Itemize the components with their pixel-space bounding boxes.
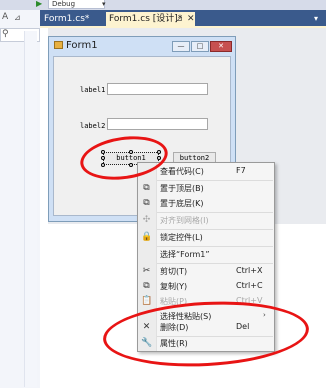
- textbox2-control[interactable]: [107, 118, 208, 130]
- menu-item-select-form1[interactable]: 选择“Form1”: [138, 247, 274, 262]
- menu-item-label: 查看代码(C): [160, 167, 204, 176]
- tab-form1-code[interactable]: Form1.cs*: [42, 12, 106, 26]
- textbox1-control[interactable]: [107, 83, 208, 95]
- menu-item-shortcut: F7: [236, 166, 246, 175]
- close-tab-icon[interactable]: ✕: [187, 12, 195, 26]
- menu-item-bring-to-front[interactable]: ⧉ 置于顶层(B): [138, 181, 274, 196]
- menu-item-label: 置于底层(K): [160, 199, 204, 208]
- vertical-scrollbar[interactable]: [24, 31, 37, 387]
- label2-control[interactable]: label2: [80, 122, 105, 130]
- close-button[interactable]: ✕: [210, 41, 232, 52]
- menu-item-send-to-back[interactable]: ⧉ 置于底层(K): [138, 196, 274, 211]
- search-icon: ⚲: [2, 29, 9, 39]
- form-title: Form1: [66, 40, 98, 51]
- chevron-down-icon[interactable]: ▾: [102, 0, 106, 8]
- start-debug-icon[interactable]: ▶: [36, 0, 42, 8]
- send-to-back-icon: ⧉: [143, 198, 150, 208]
- tab-overflow-icon[interactable]: ▾: [314, 12, 318, 26]
- minimize-button[interactable]: —: [172, 41, 190, 52]
- form-icon: [54, 41, 63, 49]
- menu-item-copy[interactable]: ⧉ 复制(Y) Ctrl+C: [138, 279, 274, 294]
- label1-control[interactable]: label1: [80, 86, 105, 94]
- menu-item-cut[interactable]: ✂ 剪切(T) Ctrl+X: [138, 264, 274, 279]
- pin-icon[interactable]: ⊿: [14, 13, 21, 22]
- menu-item-shortcut: Ctrl+C: [236, 281, 263, 290]
- menu-item-label: 置于顶层(B): [160, 184, 204, 193]
- side-panel-label: A: [2, 12, 9, 22]
- solution-config-dropdown[interactable]: Debug: [48, 0, 105, 9]
- menu-item-lock-controls[interactable]: 🔒 锁定控件(L): [138, 230, 274, 245]
- menu-item-label: 复制(Y): [160, 282, 188, 291]
- menu-item-label: 锁定控件(L): [160, 233, 203, 242]
- paste-icon: 📋: [141, 296, 153, 306]
- copy-icon: ⧉: [143, 281, 150, 291]
- cut-icon: ✂: [142, 266, 151, 276]
- pin-icon[interactable]: ⊿: [176, 12, 183, 26]
- menu-item-shortcut: Ctrl+X: [236, 266, 263, 275]
- menu-item-label: 对齐到网格(I): [160, 216, 209, 225]
- menu-item-align-to-grid[interactable]: ✣ 对齐到网格(I): [138, 213, 274, 228]
- bring-to-front-icon: ⧉: [143, 183, 150, 193]
- lock-icon: 🔒: [141, 232, 153, 242]
- menu-item-label: 剪切(T): [160, 267, 188, 276]
- maximize-button[interactable]: □: [191, 41, 209, 52]
- menu-item-label: 选择“Form1”: [160, 250, 210, 259]
- align-to-grid-icon: ✣: [142, 215, 151, 225]
